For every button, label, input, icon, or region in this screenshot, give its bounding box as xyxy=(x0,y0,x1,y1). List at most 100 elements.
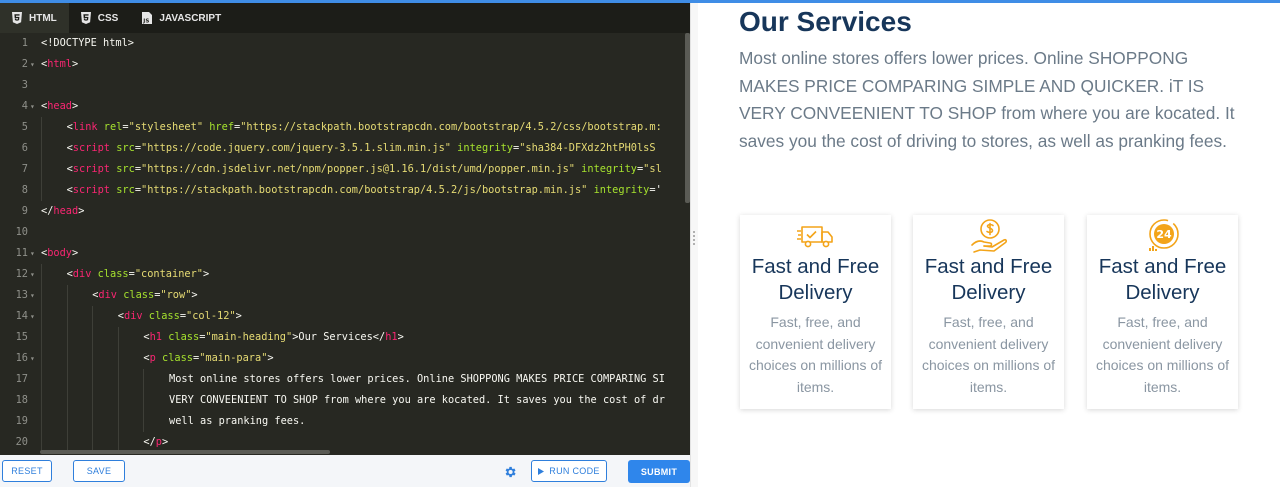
code-line[interactable]: 11 ▾ <body> xyxy=(0,243,690,264)
code-line[interactable]: 10 xyxy=(0,222,690,243)
indent-guide xyxy=(41,264,42,285)
code-text: <h1 class="main-heading">Our Services</h… xyxy=(143,327,403,348)
code-token: > xyxy=(397,331,404,343)
code-text: <script src="https://code.jquery.com/jqu… xyxy=(67,138,656,159)
indent-guide xyxy=(41,327,42,348)
code-token: script xyxy=(72,142,110,154)
indent-guide xyxy=(66,285,68,306)
fold-toggle-icon[interactable]: ▾ xyxy=(30,96,35,117)
code-text: </head> xyxy=(41,201,84,222)
code-text: <div class="row"> xyxy=(92,285,197,306)
code-token: </ xyxy=(41,205,54,217)
code-token: src xyxy=(110,142,135,154)
code-token: rel xyxy=(97,121,123,133)
code-line[interactable]: 1 <!DOCTYPE html> xyxy=(0,33,690,54)
pane-splitter[interactable] xyxy=(690,3,698,487)
code-token: "sha384-DFXdz2htPH0lsS xyxy=(519,142,656,154)
code-token: class xyxy=(155,352,193,364)
card-title: Fast and Free Delivery xyxy=(924,255,1053,304)
code-token: href xyxy=(203,121,235,133)
fold-toggle-icon[interactable]: ▾ xyxy=(30,243,35,264)
indent-guide xyxy=(66,348,68,369)
code-line[interactable]: 13 ▾ <div class="row"> xyxy=(0,285,690,306)
code-text: <body> xyxy=(41,243,78,264)
code-line[interactable]: 19 well as pranking fees. xyxy=(0,411,690,432)
code-editor[interactable]: HTML CSS JS JAVASCRIPT 1 <!DOCTYPE html> 2… xyxy=(0,3,690,455)
fold-toggle-icon[interactable]: ▾ xyxy=(30,306,35,327)
code-token: > xyxy=(267,352,274,364)
code-line[interactable]: 7 <script src="https://cdn.jsdelivr.net/n… xyxy=(0,159,690,180)
editor-horizontal-scrollbar[interactable] xyxy=(40,450,330,454)
line-number: 6 xyxy=(21,142,28,154)
code-line[interactable]: 8 <script src="https://stackpath.bootstra… xyxy=(0,180,690,201)
code-token: head xyxy=(47,100,73,112)
code-token: class xyxy=(117,289,155,301)
fold-toggle-icon[interactable]: ▾ xyxy=(30,54,35,75)
code-line[interactable]: 15 <h1 class="main-heading">Our Services<… xyxy=(0,327,690,348)
reset-button[interactable]: RESET xyxy=(2,460,52,482)
code-token: h1 xyxy=(385,331,398,343)
code-token: >Our Services</ xyxy=(292,331,386,343)
fold-toggle-icon[interactable]: ▾ xyxy=(30,264,35,285)
run-code-button[interactable]: RUN CODE xyxy=(531,460,607,482)
code-line[interactable]: 6 <script src="https://code.jquery.com/jq… xyxy=(0,138,690,159)
code-token: link xyxy=(72,121,98,133)
indent-guide xyxy=(41,306,42,327)
line-number: 16 xyxy=(15,352,28,364)
tab-javascript[interactable]: JS JAVASCRIPT xyxy=(130,3,233,33)
tab-html[interactable]: HTML xyxy=(0,3,69,33)
code-token: integrity xyxy=(450,142,513,154)
javascript-icon: JS xyxy=(142,12,153,25)
indent-guide xyxy=(117,327,119,348)
line-number: 14 xyxy=(15,310,28,322)
code-token: <!DOCTYPE html> xyxy=(41,37,134,49)
code-line[interactable]: 5 <link rel="stylesheet" href="https://st… xyxy=(0,117,690,138)
indent-guide xyxy=(66,411,68,432)
css3-icon xyxy=(80,12,91,24)
tab-css[interactable]: CSS xyxy=(69,3,131,33)
line-number: 12 xyxy=(15,268,28,280)
fold-toggle-icon[interactable]: ▾ xyxy=(30,285,35,306)
code-text: <head> xyxy=(41,96,78,117)
code-token: head xyxy=(53,205,79,217)
code-line[interactable]: 17 Most online stores offers lower prices… xyxy=(0,369,690,390)
run-code-label: RUN CODE xyxy=(549,466,600,476)
code-token: class xyxy=(91,268,129,280)
card-text: Fast, free, and convenient delivery choi… xyxy=(748,314,883,395)
code-token: "sl xyxy=(643,163,662,175)
code-line[interactable]: 2 ▾ <html> xyxy=(0,54,690,75)
indent-guide xyxy=(143,369,145,390)
line-number: 17 xyxy=(15,373,28,385)
code-lines[interactable]: 1 <!DOCTYPE html> 2 ▾ <html> 3 4 ▾ <head> 5 <link … xyxy=(0,33,690,453)
code-line[interactable]: 4 ▾ <head> xyxy=(0,96,690,117)
indent-guide xyxy=(41,285,42,306)
code-line[interactable]: 9 </head> xyxy=(0,201,690,222)
code-token: div xyxy=(98,289,117,301)
code-line[interactable]: 3 xyxy=(0,75,690,96)
svg-text:JS: JS xyxy=(143,19,150,25)
code-text: VERY CONVEENIENT TO SHOP from where you … xyxy=(169,390,665,411)
code-token: class xyxy=(162,331,200,343)
code-token: src xyxy=(110,184,135,196)
submit-button[interactable]: SUBMIT xyxy=(628,460,690,483)
code-line[interactable]: 16 ▾ <p class="main-para"> xyxy=(0,348,690,369)
code-token: > xyxy=(235,310,242,322)
code-line[interactable]: 18 VERY CONVEENIENT TO SHOP from where yo… xyxy=(0,390,690,411)
line-number: 2 xyxy=(21,58,28,70)
indent-guide xyxy=(143,411,145,432)
save-button[interactable]: SAVE xyxy=(73,460,125,482)
code-token: "https://cdn.jsdelivr.net/npm/popper.js@… xyxy=(141,163,575,175)
code-token: =' xyxy=(649,184,662,196)
code-line[interactable]: 14 ▾ <div class="col-12"> xyxy=(0,306,690,327)
line-number: 19 xyxy=(15,415,28,427)
code-token: src xyxy=(110,163,135,175)
indent-guide xyxy=(92,411,94,432)
indent-guide xyxy=(92,306,94,327)
output-preview: Our Services Most online stores offers l… xyxy=(698,3,1280,487)
code-line[interactable]: 12 ▾ <div class="container"> xyxy=(0,264,690,285)
code-token: "https://code.jquery.com/jquery-3.5.1.sl… xyxy=(141,142,451,154)
gear-icon[interactable] xyxy=(503,465,517,479)
fold-toggle-icon[interactable]: ▾ xyxy=(30,348,35,369)
indent-guide xyxy=(117,390,119,411)
line-number: 3 xyxy=(21,79,28,91)
